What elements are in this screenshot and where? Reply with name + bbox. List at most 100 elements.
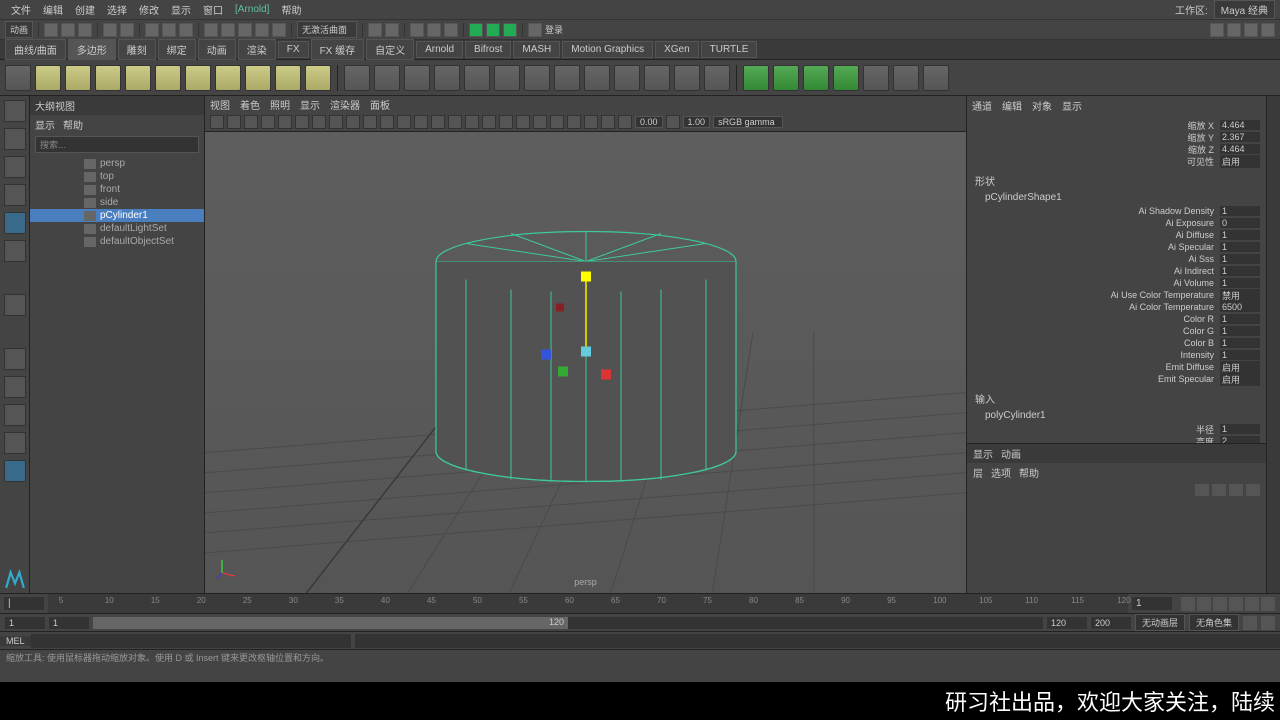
attr-field[interactable]: 1 xyxy=(1220,350,1260,360)
range-end-field[interactable]: 200 xyxy=(1091,617,1131,629)
layout-custom1[interactable] xyxy=(4,404,26,426)
attr-field[interactable]: 禁用 xyxy=(1220,289,1260,302)
input-name[interactable]: polyCylinder1 xyxy=(971,408,1262,423)
layout-single[interactable] xyxy=(4,348,26,370)
scale-x-handle[interactable] xyxy=(541,350,551,360)
tab-sculpt[interactable]: 雕刻 xyxy=(118,39,156,60)
last-tool[interactable] xyxy=(4,240,26,262)
cylinder-mesh[interactable] xyxy=(431,222,741,485)
vp-icon[interactable] xyxy=(431,115,445,129)
vp-icon[interactable] xyxy=(482,115,496,129)
layer-tab-anim[interactable]: 动画 xyxy=(1001,446,1021,461)
vp-icon[interactable] xyxy=(601,115,615,129)
attr-field[interactable]: 1 xyxy=(1220,242,1260,252)
tab-fx[interactable]: FX xyxy=(278,41,309,58)
vp-icon[interactable] xyxy=(329,115,343,129)
tool-icon-10[interactable] xyxy=(614,65,640,91)
vp-menu-show[interactable]: 显示 xyxy=(300,97,320,112)
cb-tab-object[interactable]: 对象 xyxy=(1032,98,1052,113)
outliner-search[interactable]: 搜索... xyxy=(35,136,199,153)
snap-plane-icon[interactable] xyxy=(255,23,269,37)
menu-arnold[interactable]: [Arnold] xyxy=(229,4,275,15)
outliner-item-front[interactable]: front xyxy=(30,183,204,196)
snap-curve-icon[interactable] xyxy=(221,23,235,37)
playback-end-field[interactable]: 120 xyxy=(1047,617,1087,629)
render-settings-icon[interactable] xyxy=(444,23,458,37)
poly-cube-icon[interactable] xyxy=(65,65,91,91)
tool-icon-3[interactable] xyxy=(404,65,430,91)
tab-bifrost[interactable]: Bifrost xyxy=(465,41,511,58)
poly-pipe-icon[interactable] xyxy=(245,65,271,91)
tool-icon-5[interactable] xyxy=(464,65,490,91)
vp-icon[interactable] xyxy=(550,115,564,129)
tool-icon-13[interactable] xyxy=(704,65,730,91)
attr-field[interactable]: 启用 xyxy=(1220,373,1260,386)
tool-icon-1[interactable] xyxy=(344,65,370,91)
vp-menu-shade[interactable]: 着色 xyxy=(240,97,260,112)
tool-icon-9[interactable] xyxy=(584,65,610,91)
tab-turtle[interactable]: TURTLE xyxy=(701,41,758,58)
menu-file[interactable]: 文件 xyxy=(5,2,37,17)
tool-icon-16[interactable] xyxy=(923,65,949,91)
tab-mg[interactable]: Motion Graphics xyxy=(562,41,653,58)
layout-icon-4[interactable] xyxy=(1261,23,1275,37)
new-icon[interactable] xyxy=(44,23,58,37)
outliner-item-pcylinder1[interactable]: pCylinder1 xyxy=(30,209,204,222)
render-icon[interactable] xyxy=(410,23,424,37)
range-slider[interactable]: 1 1 120 120 200 无动画层 无角色集 xyxy=(0,613,1280,631)
sym-x-icon[interactable] xyxy=(469,23,483,37)
layout-icon-3[interactable] xyxy=(1244,23,1258,37)
tool-icon-6[interactable] xyxy=(494,65,520,91)
attr-field[interactable]: 1 xyxy=(1220,314,1260,324)
outliner-item-side[interactable]: side xyxy=(30,196,204,209)
redo-icon[interactable] xyxy=(120,23,134,37)
attr-field[interactable]: 1 xyxy=(1220,326,1260,336)
green-icon-3[interactable] xyxy=(803,65,829,91)
layer-icon-1[interactable] xyxy=(1195,484,1209,496)
tab-curves[interactable]: 曲线/曲面 xyxy=(5,39,66,60)
vp-icon[interactable] xyxy=(448,115,462,129)
tool-icon-2[interactable] xyxy=(374,65,400,91)
scale-xz-handle[interactable] xyxy=(558,367,568,377)
step-forward-button[interactable] xyxy=(1245,597,1259,611)
lasso-icon[interactable] xyxy=(162,23,176,37)
attr-field[interactable]: 1 xyxy=(1220,338,1260,348)
outliner-item-top[interactable]: top xyxy=(30,170,204,183)
tab-rig[interactable]: 绑定 xyxy=(158,39,196,60)
menu-display[interactable]: 显示 xyxy=(165,2,197,17)
layer-tab-display[interactable]: 显示 xyxy=(973,446,993,461)
shelf-icon[interactable] xyxy=(5,65,31,91)
vp-icon[interactable] xyxy=(465,115,479,129)
menu-create[interactable]: 创建 xyxy=(69,2,101,17)
paint-icon[interactable] xyxy=(179,23,193,37)
attr-scalex-field[interactable]: 4.464 xyxy=(1220,120,1260,130)
vp-gamma-icon[interactable] xyxy=(666,115,680,129)
layout-icon-1[interactable] xyxy=(1210,23,1224,37)
menu-edit[interactable]: 编辑 xyxy=(37,2,69,17)
layout-four[interactable] xyxy=(4,376,26,398)
attr-field[interactable]: 1 xyxy=(1220,266,1260,276)
outliner-item-objectset[interactable]: defaultObjectSet xyxy=(30,235,204,248)
vp-menu-panels[interactable]: 面板 xyxy=(370,97,390,112)
brush-tool[interactable] xyxy=(4,294,26,316)
scale-z-handle[interactable] xyxy=(601,370,611,380)
layer-icon-3[interactable] xyxy=(1229,484,1243,496)
layout-icon-2[interactable] xyxy=(1227,23,1241,37)
cb-tab-channel[interactable]: 通道 xyxy=(972,98,992,113)
cmdline-input[interactable] xyxy=(31,634,351,648)
ipr-icon[interactable] xyxy=(427,23,441,37)
attr-field[interactable]: 6500 xyxy=(1220,302,1260,312)
cb-tab-show[interactable]: 显示 xyxy=(1062,98,1082,113)
autokey-icon[interactable] xyxy=(1243,616,1257,630)
tool-icon-12[interactable] xyxy=(674,65,700,91)
vp-icon[interactable] xyxy=(414,115,428,129)
outliner-item-persp[interactable]: persp xyxy=(30,157,204,170)
user-icon[interactable] xyxy=(528,23,542,37)
cmdline-mode[interactable]: MEL xyxy=(0,636,31,646)
menu-select[interactable]: 选择 xyxy=(101,2,133,17)
vp-icon[interactable] xyxy=(567,115,581,129)
tab-anim[interactable]: 动画 xyxy=(198,39,236,60)
vp-icon[interactable] xyxy=(244,115,258,129)
forward-end-button[interactable] xyxy=(1261,597,1275,611)
green-icon-1[interactable] xyxy=(743,65,769,91)
